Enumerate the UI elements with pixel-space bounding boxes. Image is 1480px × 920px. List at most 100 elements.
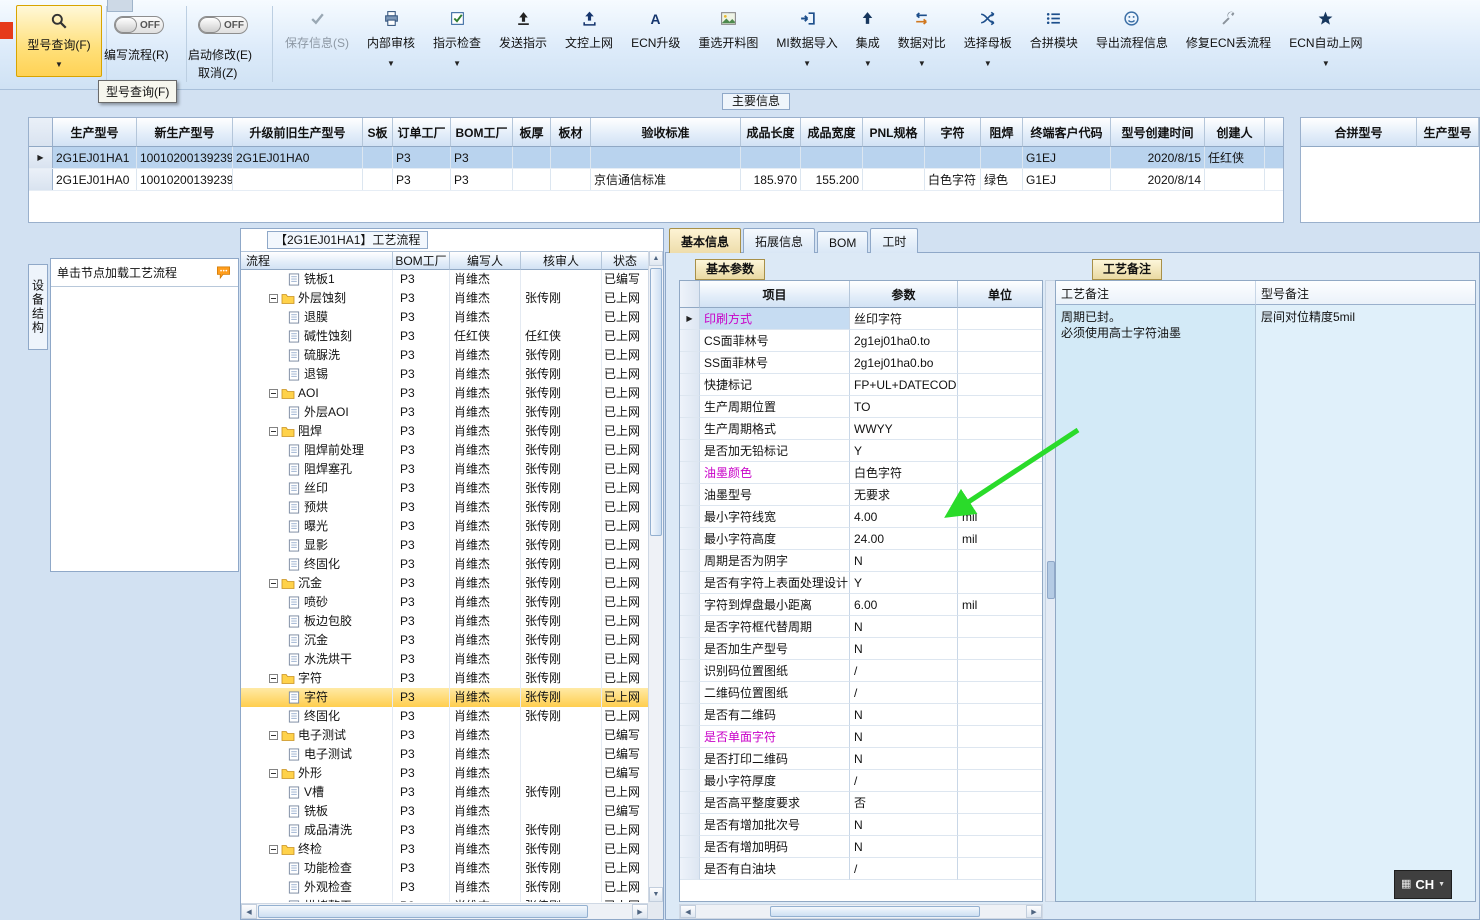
param-row[interactable]: 最小字符厚度 / [680, 770, 1042, 792]
toolbar-button-11[interactable]: 合拼模块 [1021, 2, 1087, 51]
param-row-selector[interactable] [680, 374, 700, 396]
param-row-selector[interactable] [680, 660, 700, 682]
param-value[interactable]: N [850, 814, 958, 836]
param-row-selector[interactable] [680, 748, 700, 770]
flow-row[interactable]: 外层蚀刻 P3 肖维杰 张传刚 已上网 [241, 289, 648, 308]
param-row[interactable]: 是否加无铅标记 Y [680, 440, 1042, 462]
column-header[interactable]: 板厚 [513, 118, 551, 147]
param-value[interactable]: / [850, 682, 958, 704]
subtab-process-remarks[interactable]: 工艺备注 [1092, 259, 1163, 280]
scroll-right-arrow[interactable]: ▶ [1026, 905, 1042, 918]
flow-node[interactable]: 喷砂 [241, 593, 393, 612]
param-row[interactable]: 油墨颜色 白色字符 [680, 462, 1042, 484]
flow-node[interactable]: 外观检查 [241, 878, 393, 897]
collapse-icon[interactable] [269, 845, 278, 854]
collapse-icon[interactable] [269, 389, 278, 398]
param-row-selector[interactable] [680, 616, 700, 638]
flow-node[interactable]: 丝印 [241, 479, 393, 498]
flow-node[interactable]: 电子测试 [241, 726, 393, 745]
param-row[interactable]: 最小字符线宽 4.00 mil [680, 506, 1042, 528]
column-header[interactable]: 验收标准 [591, 118, 741, 147]
dropdown-arrow-icon[interactable]: ▼ [803, 60, 811, 68]
model-query-button[interactable]: 型号查询(F) ▼ [16, 5, 102, 77]
flow-column-header[interactable]: 编写人 [450, 251, 521, 270]
param-row[interactable]: 快捷标记 FP+UL+DATECODE [680, 374, 1042, 396]
param-value[interactable]: 2g1ej01ha0.bo [850, 352, 958, 374]
flow-column-header[interactable]: 流程 [241, 251, 393, 270]
flow-row[interactable]: 喷砂 P3 肖维杰 张传刚 已上网 [241, 593, 648, 612]
column-header[interactable]: 阻焊 [981, 118, 1023, 147]
flow-row[interactable]: 外观检查 P3 肖维杰 张传刚 已上网 [241, 878, 648, 897]
param-row[interactable]: CS面菲林号 2g1ej01ha0.to [680, 330, 1042, 352]
param-row[interactable]: 是否有增加批次号 N [680, 814, 1042, 836]
param-value[interactable]: FP+UL+DATECODE [850, 374, 958, 396]
scroll-right-arrow[interactable]: ▶ [632, 904, 648, 919]
param-row[interactable]: 油墨型号 无要求 [680, 484, 1042, 506]
param-value[interactable]: N [850, 616, 958, 638]
param-row-selector[interactable] [680, 814, 700, 836]
flow-row[interactable]: 显影 P3 肖维杰 张传刚 已上网 [241, 536, 648, 555]
param-value[interactable]: / [850, 770, 958, 792]
param-row[interactable]: 是否有二维码 N [680, 704, 1042, 726]
param-value[interactable]: Y [850, 572, 958, 594]
param-row-selector[interactable]: ▶ [680, 308, 700, 330]
main-info-section-label[interactable]: 主要信息 [722, 93, 790, 110]
flow-node[interactable]: AOI [241, 384, 393, 403]
flow-row[interactable]: 水洗烘干 P3 肖维杰 张传刚 已上网 [241, 650, 648, 669]
flow-node[interactable]: 终固化 [241, 707, 393, 726]
flow-node[interactable]: 阻焊前处理 [241, 441, 393, 460]
scroll-down-arrow[interactable]: ▼ [649, 887, 663, 902]
flow-node[interactable]: 显影 [241, 536, 393, 555]
flow-node[interactable]: 成品清洗 [241, 821, 393, 840]
param-row-selector[interactable] [680, 418, 700, 440]
param-value[interactable]: TO [850, 396, 958, 418]
scrollbar-thumb[interactable] [1047, 561, 1055, 599]
param-value[interactable]: 2g1ej01ha0.to [850, 330, 958, 352]
flow-row[interactable]: 退膜 P3 肖维杰 已上网 [241, 308, 648, 327]
row-selector[interactable] [29, 169, 53, 190]
column-header[interactable]: 新生产型号 [137, 118, 233, 147]
scroll-up-arrow[interactable]: ▲ [649, 251, 663, 266]
flow-column-header[interactable]: 核审人 [521, 251, 602, 270]
device-structure-tab[interactable]: 设备结构 [28, 264, 48, 350]
table-row[interactable]: ▶ 2G1EJ01HA1 10010200139239 2G1EJ01HA0 P3 P3 G… [29, 147, 1283, 169]
dropdown-arrow-icon[interactable]: ▼ [453, 60, 461, 68]
flow-node[interactable]: 字符 [241, 669, 393, 688]
param-row[interactable]: 最小字符高度 24.00 mil [680, 528, 1042, 550]
flow-row[interactable]: 曝光 P3 肖维杰 张传刚 已上网 [241, 517, 648, 536]
subtab-basic-params[interactable]: 基本参数 [695, 259, 766, 280]
flow-vertical-scrollbar[interactable]: ▲ ▼ [648, 251, 663, 902]
param-row[interactable]: 是否有白油块 / [680, 858, 1042, 880]
flow-node[interactable]: 外层蚀刻 [241, 289, 393, 308]
row-selector[interactable]: ▶ [29, 147, 53, 168]
tab-work-hours[interactable]: 工时 [870, 228, 919, 253]
flow-row[interactable]: 预烘 P3 肖维杰 张传刚 已上网 [241, 498, 648, 517]
flow-node[interactable]: 阻焊塞孔 [241, 460, 393, 479]
column-header[interactable]: 终端客户代码 [1023, 118, 1111, 147]
flow-node[interactable]: 退锡 [241, 365, 393, 384]
flow-node[interactable]: 预烘 [241, 498, 393, 517]
param-value[interactable]: N [850, 704, 958, 726]
params-column-header[interactable]: 参数 [850, 281, 958, 308]
flow-row[interactable]: 沉金 P3 肖维杰 张传刚 已上网 [241, 574, 648, 593]
toolbar-button-6[interactable]: 重选开料图 [689, 2, 767, 51]
param-row-selector[interactable] [680, 594, 700, 616]
flow-horizontal-scrollbar[interactable]: ◀ ▶ [241, 903, 648, 919]
flow-row[interactable]: 字符 P3 肖维杰 张传刚 已上网 [241, 688, 648, 707]
collapse-icon[interactable] [269, 769, 278, 778]
toolbar-button-13[interactable]: 修复ECN丢流程 [1177, 2, 1280, 51]
flow-node[interactable]: 外形 [241, 764, 393, 783]
param-value[interactable]: N [850, 748, 958, 770]
dropdown-arrow-icon[interactable]: ▼ [55, 61, 63, 69]
param-row-selector[interactable] [680, 550, 700, 572]
flow-row[interactable]: 电子测试 P3 肖维杰 已编写 [241, 745, 648, 764]
param-value[interactable]: 白色字符 [850, 462, 958, 484]
dropdown-arrow-icon[interactable]: ▼ [387, 60, 395, 68]
param-row[interactable]: SS面菲林号 2g1ej01ha0.bo [680, 352, 1042, 374]
flow-node[interactable]: V槽 [241, 783, 393, 802]
param-value[interactable]: 丝印字符 [850, 308, 958, 330]
toolbar-button-8[interactable]: 集成 ▼ [847, 2, 889, 68]
flow-column-header[interactable]: BOM工厂 [393, 251, 450, 270]
flow-row[interactable]: 板边包胶 P3 肖维杰 张传刚 已上网 [241, 612, 648, 631]
flow-row[interactable]: 烘烤整平 P3肖维杰张传刚已上网 [241, 897, 648, 902]
